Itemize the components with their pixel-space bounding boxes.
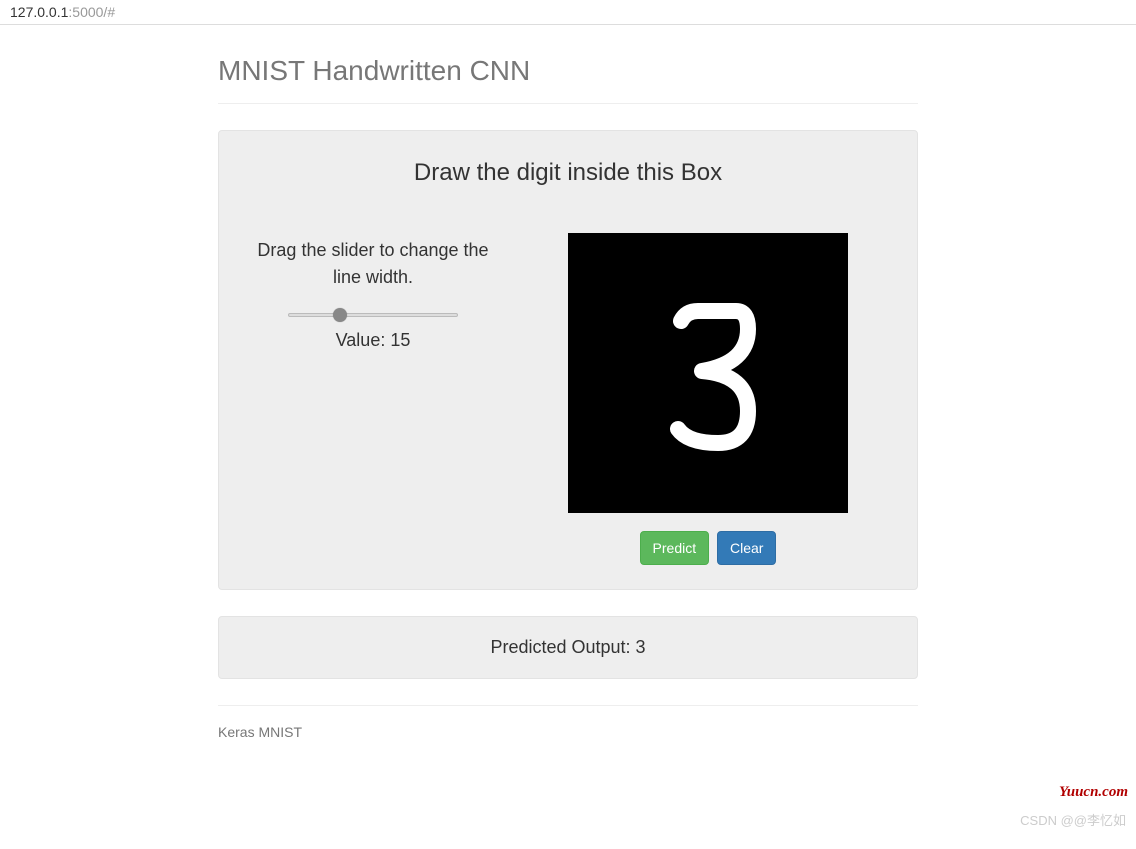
- line-width-slider[interactable]: [288, 312, 458, 318]
- output-value: 3: [636, 637, 646, 657]
- clear-button[interactable]: Clear: [717, 531, 776, 565]
- main-container: MNIST Handwritten CNN Draw the digit ins…: [218, 25, 918, 740]
- page-title: MNIST Handwritten CNN: [218, 55, 918, 87]
- output-label: Predicted Output:: [490, 637, 635, 657]
- drawing-canvas[interactable]: [568, 233, 848, 513]
- title-divider: [218, 103, 918, 104]
- address-path: :5000/#: [68, 4, 115, 20]
- site-watermark: Yuucn.com: [1059, 784, 1128, 801]
- slider-value-number: 15: [390, 330, 410, 350]
- slider-value-display: Value: 15: [243, 330, 503, 351]
- panel-heading: Draw the digit inside this Box: [243, 159, 893, 187]
- output-text: Predicted Output: 3: [490, 637, 645, 657]
- slider-label: Drag the slider to change the line width…: [243, 237, 503, 291]
- footer-text: Keras MNIST: [218, 724, 918, 740]
- panel-row: Drag the slider to change the line width…: [243, 233, 893, 565]
- canvas-column: Predict Clear: [523, 233, 893, 565]
- button-row: Predict Clear: [523, 531, 893, 565]
- author-watermark: CSDN @@李忆如: [1020, 810, 1126, 829]
- slider-column: Drag the slider to change the line width…: [243, 233, 503, 565]
- output-panel: Predicted Output: 3: [218, 616, 918, 679]
- draw-panel: Draw the digit inside this Box Drag the …: [218, 130, 918, 590]
- slider-value-prefix: Value:: [336, 330, 391, 350]
- browser-address-bar[interactable]: 127.0.0.1:5000/#: [0, 0, 1136, 25]
- address-host: 127.0.0.1: [10, 4, 68, 20]
- digit-svg: [568, 233, 848, 513]
- footer-divider: [218, 705, 918, 706]
- predict-button[interactable]: Predict: [640, 531, 710, 565]
